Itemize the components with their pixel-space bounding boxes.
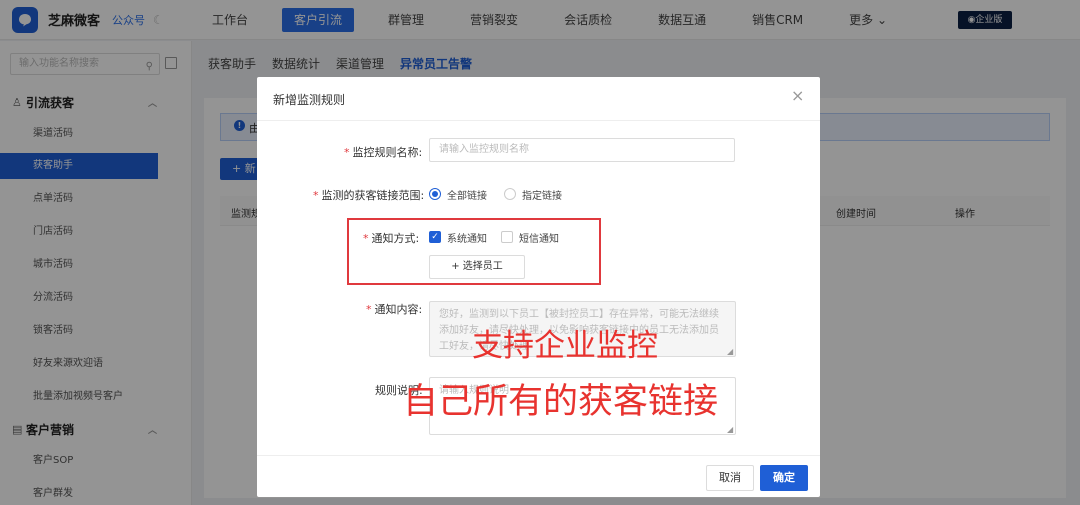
- confirm-button[interactable]: 确定: [760, 465, 808, 491]
- cancel-button[interactable]: 取消: [706, 465, 754, 491]
- add-monitor-rule-dialog: 新增监测规则 × * 监控规则名称: 请输入监控规则名称 * 监测的获客链接范围: …: [257, 77, 820, 497]
- resize-handle-icon[interactable]: ◢: [727, 425, 733, 434]
- annotation-line-2: 自己所有的获客链接: [403, 382, 719, 422]
- rule-name-label: * 监控规则名称:: [344, 146, 423, 159]
- radio-all-links[interactable]: [429, 188, 441, 200]
- highlight-box: [347, 218, 601, 285]
- resize-handle-icon[interactable]: ◢: [727, 347, 733, 356]
- close-icon[interactable]: ×: [791, 88, 804, 104]
- dialog-header: 新增监测规则 ×: [257, 77, 820, 121]
- radio-specified-links-label: 指定链接: [522, 191, 562, 202]
- link-range-label: * 监测的获客链接范围:: [313, 189, 425, 202]
- notify-content-label: * 通知内容:: [366, 303, 423, 316]
- rule-name-input[interactable]: 请输入监控规则名称: [429, 138, 735, 162]
- dialog-title: 新增监测规则: [273, 93, 346, 107]
- dialog-footer-divider: [257, 455, 820, 456]
- annotation-line-1: 支持企业监控: [472, 328, 658, 364]
- radio-specified-links[interactable]: [504, 188, 516, 200]
- radio-all-links-label: 全部链接: [447, 191, 487, 202]
